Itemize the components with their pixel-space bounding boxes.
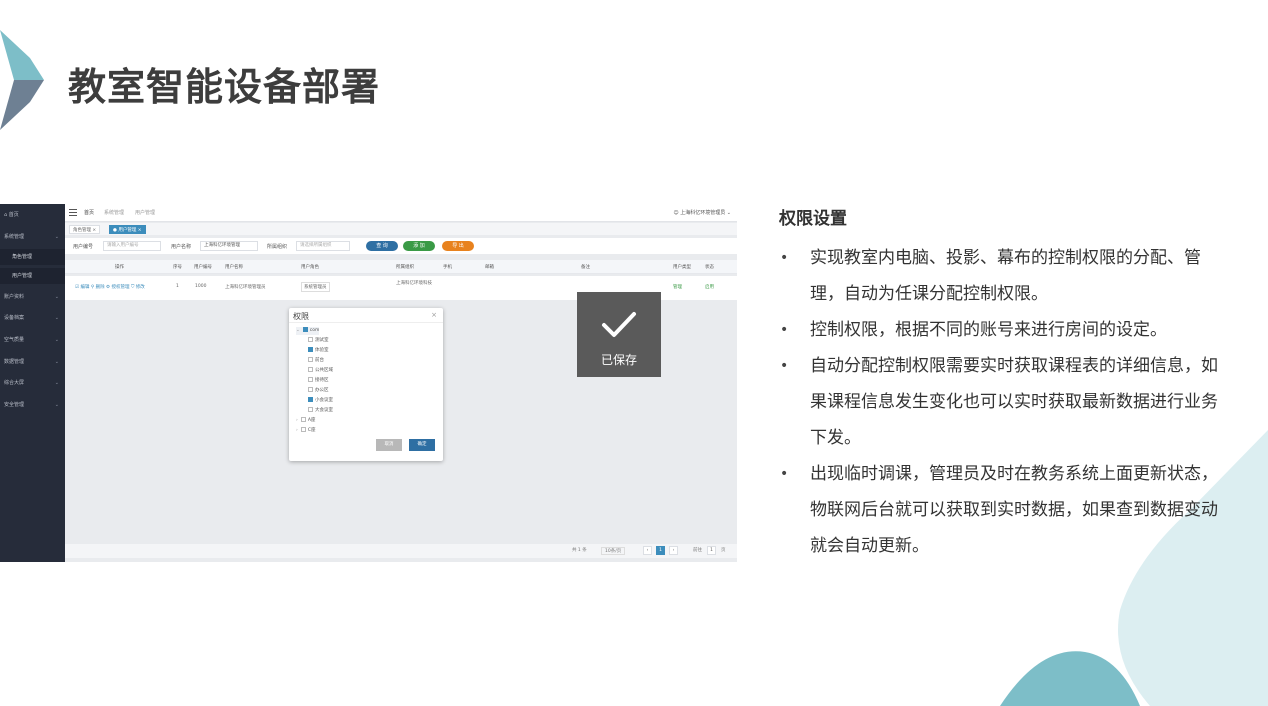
tree-node-label: C座 bbox=[307, 428, 316, 433]
toast-text: 已保存 bbox=[600, 353, 637, 367]
tree-node[interactable]: ⌄ com bbox=[296, 327, 320, 335]
tree-checkbox[interactable] bbox=[308, 397, 313, 402]
tree-node[interactable]: 前台 bbox=[308, 357, 324, 365]
chevron-down-icon: ⌄ bbox=[54, 294, 59, 300]
tree-node-label: 公共区域 bbox=[315, 368, 333, 373]
current-page[interactable]: 1 bbox=[656, 546, 665, 555]
tree-node-label: A座 bbox=[307, 418, 316, 423]
tree-checkbox[interactable] bbox=[308, 387, 313, 392]
tree-checkbox[interactable] bbox=[308, 377, 313, 382]
tree-node[interactable]: 测试室 bbox=[308, 337, 329, 345]
page-tabs: 角色管理 × ● 用户管理 × bbox=[65, 223, 737, 235]
export-button[interactable]: 导 出 bbox=[442, 241, 474, 251]
dept-select[interactable]: 请选择所属组织 bbox=[296, 241, 350, 251]
search-button[interactable]: 查 询 bbox=[366, 241, 398, 251]
sidebar-item-account[interactable]: 账户资料 ⌄ bbox=[0, 289, 65, 305]
sidebar-item-system[interactable]: 系统管理 ⌄ bbox=[0, 229, 65, 245]
chevron-down-icon: ⌄ bbox=[54, 380, 59, 386]
embedded-screenshot: ⌂ 首页 系统管理 ⌄ 角色管理 用户管理 账户资料 ⌄ 设备档案 ⌄ 空气质量 ⌄ 数… bbox=[0, 204, 737, 562]
add-button[interactable]: 添 加 bbox=[403, 241, 435, 251]
tree-node-label: 小会议室 bbox=[315, 398, 333, 403]
goto-page-input[interactable]: 1 bbox=[707, 546, 716, 555]
pagination: 共 1 条 10条/页 ‹ 1 › 前往 1 页 bbox=[65, 544, 737, 558]
tree-node-label: 办公区 bbox=[315, 388, 329, 393]
cancel-button[interactable]: 取消 bbox=[376, 439, 402, 451]
tree-checkbox[interactable] bbox=[300, 417, 306, 422]
tree-node-label: 前台 bbox=[315, 358, 324, 363]
bullet-item: • 自动分配控制权限需要实时获取课程表的详细信息，如果课程信息发生变化也可以实时获… bbox=[780, 356, 1218, 448]
tree-node-label: 体验室 bbox=[315, 348, 329, 353]
user-name-input[interactable]: 上海科亿环境管理 bbox=[200, 241, 258, 251]
tree-node[interactable]: 大会议室 bbox=[308, 407, 333, 415]
sidebar-item-security[interactable]: 安全管理 ⌄ bbox=[0, 397, 65, 413]
breadcrumb-users: 用户管理 bbox=[135, 210, 156, 216]
tree-checkbox[interactable] bbox=[300, 427, 306, 432]
corner-arrow-decoration bbox=[0, 30, 44, 130]
tree-checkbox[interactable] bbox=[308, 367, 313, 372]
sidebar-item-dashboard[interactable]: 综合大屏 ⌄ bbox=[0, 375, 65, 391]
user-name-label: 用户名称 bbox=[171, 244, 192, 250]
expand-icon[interactable]: ⌄ bbox=[296, 328, 300, 333]
tree-node[interactable]: › C座 bbox=[296, 427, 315, 435]
chevron-down-icon: ⌄ bbox=[54, 315, 59, 321]
chevron-down-icon: ⌄ bbox=[54, 359, 59, 365]
close-icon[interactable]: × bbox=[431, 311, 437, 319]
bullet-item: • 控制权限，根据不同的账号来进行房间的设定。 bbox=[780, 320, 1167, 340]
chevron-down-icon: ⌄ bbox=[54, 234, 59, 240]
tab-roles[interactable]: 角色管理 × bbox=[69, 225, 101, 234]
chevron-down-icon: ⌄ bbox=[54, 337, 59, 343]
tree-checkbox[interactable] bbox=[308, 337, 313, 342]
tree-node-label: com bbox=[309, 328, 320, 333]
confirm-button[interactable]: 确定 bbox=[409, 439, 435, 451]
chevron-down-icon: ⌄ bbox=[54, 402, 59, 408]
sidebar-item-users[interactable]: 用户管理 bbox=[0, 268, 65, 284]
dept-label: 所属组织 bbox=[267, 244, 288, 250]
bullet-item: • 出现临时调课，管理员及时在教务系统上面更新状态，物联网后台就可以获取到实时数据… bbox=[780, 464, 1218, 556]
tree-node[interactable]: 接待区 bbox=[308, 377, 329, 385]
tree-node[interactable]: 小会议室 bbox=[308, 397, 333, 405]
admin-sidebar: ⌂ 首页 系统管理 ⌄ 角色管理 用户管理 账户资料 ⌄ 设备档案 ⌄ 空气质量 ⌄ 数… bbox=[0, 204, 65, 562]
tab-users[interactable]: ● 用户管理 × bbox=[109, 225, 146, 234]
section-title: 权限设置 bbox=[779, 209, 847, 229]
tree-node[interactable]: 办公区 bbox=[308, 387, 329, 395]
tree-checkbox[interactable] bbox=[308, 347, 313, 352]
tree-node[interactable]: 体验室 bbox=[308, 347, 329, 355]
filter-bar: 用户编号 请输入用户编号 用户名称 上海科亿环境管理 所属组织 请选择所属组织 … bbox=[65, 238, 737, 254]
table-header: 操作 序号 用户编号 用户名称 用户角色 所属组织 手机 邮箱 备注 用户类型 … bbox=[65, 260, 737, 274]
menu-icon[interactable] bbox=[69, 209, 77, 216]
breadcrumb-system[interactable]: 系统管理 bbox=[104, 209, 124, 216]
permission-dialog: 权限 × ⌄ com 测试室体验室前台公共区域接待区办公区小会议室大会议室 › A座 › C… bbox=[289, 308, 443, 461]
expand-icon[interactable]: › bbox=[296, 428, 298, 433]
admin-topbar: 首页 系统管理 用户管理 ☺ 上海科亿环境管理员 ⌄ bbox=[65, 204, 737, 222]
breadcrumb-home[interactable]: 首页 bbox=[84, 209, 94, 216]
prev-page-button[interactable]: ‹ bbox=[643, 546, 652, 555]
tree-node-label: 大会议室 bbox=[315, 408, 333, 413]
tree-checkbox[interactable] bbox=[308, 357, 313, 362]
sidebar-item-data[interactable]: 数据管理 ⌄ bbox=[0, 354, 65, 370]
tree-node[interactable]: 公共区域 bbox=[308, 367, 333, 375]
current-user[interactable]: ☺ 上海科亿环境管理员 ⌄ bbox=[673, 209, 731, 216]
tree-checkbox[interactable] bbox=[308, 407, 313, 412]
sidebar-item-air[interactable]: 空气质量 ⌄ bbox=[0, 332, 65, 348]
checkmark-icon bbox=[602, 312, 636, 337]
row-actions[interactable]: ☑ 编辑 ⚲ 删除 ⚙ 授权管理 ⛉ 修改 bbox=[75, 284, 145, 290]
bullet-item: • 实现教室内电脑、投影、幕布的控制权限的分配、管理，自动为任课分配控制权限。 bbox=[780, 248, 1201, 304]
dialog-title: 权限 bbox=[293, 312, 309, 321]
tree-checkbox[interactable] bbox=[302, 327, 308, 332]
next-page-button[interactable]: › bbox=[669, 546, 678, 555]
bullet-list: • 实现教室内电脑、投影、幕布的控制权限的分配、管理，自动为任课分配控制权限。 •… bbox=[780, 240, 1220, 564]
user-no-label: 用户编号 bbox=[73, 244, 94, 250]
page-size-select[interactable]: 10条/页 bbox=[601, 547, 626, 555]
user-no-input[interactable]: 请输入用户编号 bbox=[103, 241, 161, 251]
tree-node[interactable]: › A座 bbox=[296, 417, 315, 425]
sidebar-item-devices[interactable]: 设备档案 ⌄ bbox=[0, 310, 65, 326]
tree-node-label: 测试室 bbox=[315, 338, 329, 343]
tree-node-label: 接待区 bbox=[315, 378, 329, 383]
expand-icon[interactable]: › bbox=[296, 418, 298, 423]
sidebar-item-roles[interactable]: 角色管理 bbox=[0, 249, 65, 265]
page-title: 教室智能设备部署 bbox=[68, 65, 381, 109]
saved-toast: 已保存 bbox=[577, 292, 661, 377]
sidebar-home[interactable]: ⌂ 首页 bbox=[0, 207, 65, 223]
